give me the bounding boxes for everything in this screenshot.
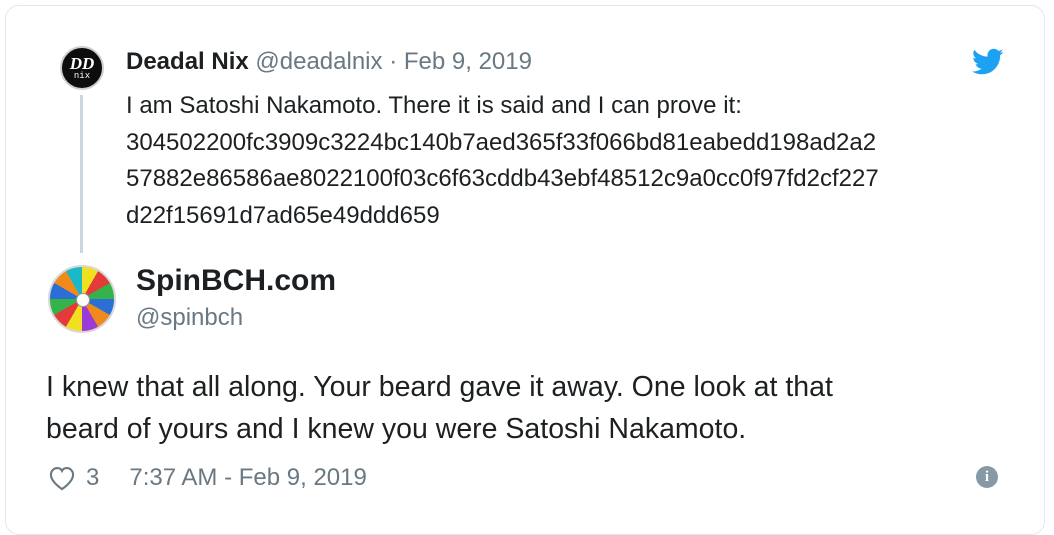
heart-icon[interactable] <box>48 465 76 491</box>
like-count[interactable]: 3 <box>86 464 99 492</box>
thread-line <box>80 95 83 253</box>
tweet-timestamp[interactable]: 7:37 AM - Feb 9, 2019 <box>129 464 366 492</box>
info-icon[interactable]: i <box>976 466 998 488</box>
quoted-tweet-date[interactable]: Feb 9, 2019 <box>404 48 532 75</box>
avatar-monogram-sub: nix <box>73 70 91 81</box>
tweet-text: I knew that all along. Your beard gave i… <box>46 366 1006 450</box>
author-handle[interactable]: @spinbch <box>136 303 243 333</box>
quoted-tweet-header: Deadal Nix @deadalnix · Feb 9, 2019 <box>126 47 532 77</box>
tweet-text-line: I knew that all along. Your beard gave i… <box>46 371 833 403</box>
deadalnix-avatar[interactable]: DD nix <box>60 46 104 90</box>
quoted-author-handle[interactable]: @deadalnix <box>255 48 382 75</box>
quoted-text-line: d22f15691d7ad65e49ddd659 <box>126 201 440 229</box>
quoted-text-line: 304502200fc3909c3224bc140b7aed365f33f066… <box>126 128 877 156</box>
header-separator: · <box>389 48 398 75</box>
author-name[interactable]: SpinBCH.com <box>136 263 336 299</box>
quoted-tweet-text: I am Satoshi Nakamoto. There it is said … <box>126 88 1016 234</box>
quoted-text-line: I am Satoshi Nakamoto. There it is said … <box>126 92 742 119</box>
twitter-bird-icon[interactable] <box>972 48 1004 76</box>
quoted-author-name[interactable]: Deadal Nix <box>126 48 249 75</box>
avatar-monogram: DD <box>69 53 95 73</box>
tweet-footer: 3 7:37 AM - Feb 9, 2019 <box>48 462 367 494</box>
spinbch-avatar[interactable] <box>48 265 116 333</box>
tweet-text-line: beard of yours and I knew you were Satos… <box>46 413 747 445</box>
quoted-text-line: 57882e86586ae8022100f03c6f63cddb43ebf485… <box>126 165 879 192</box>
